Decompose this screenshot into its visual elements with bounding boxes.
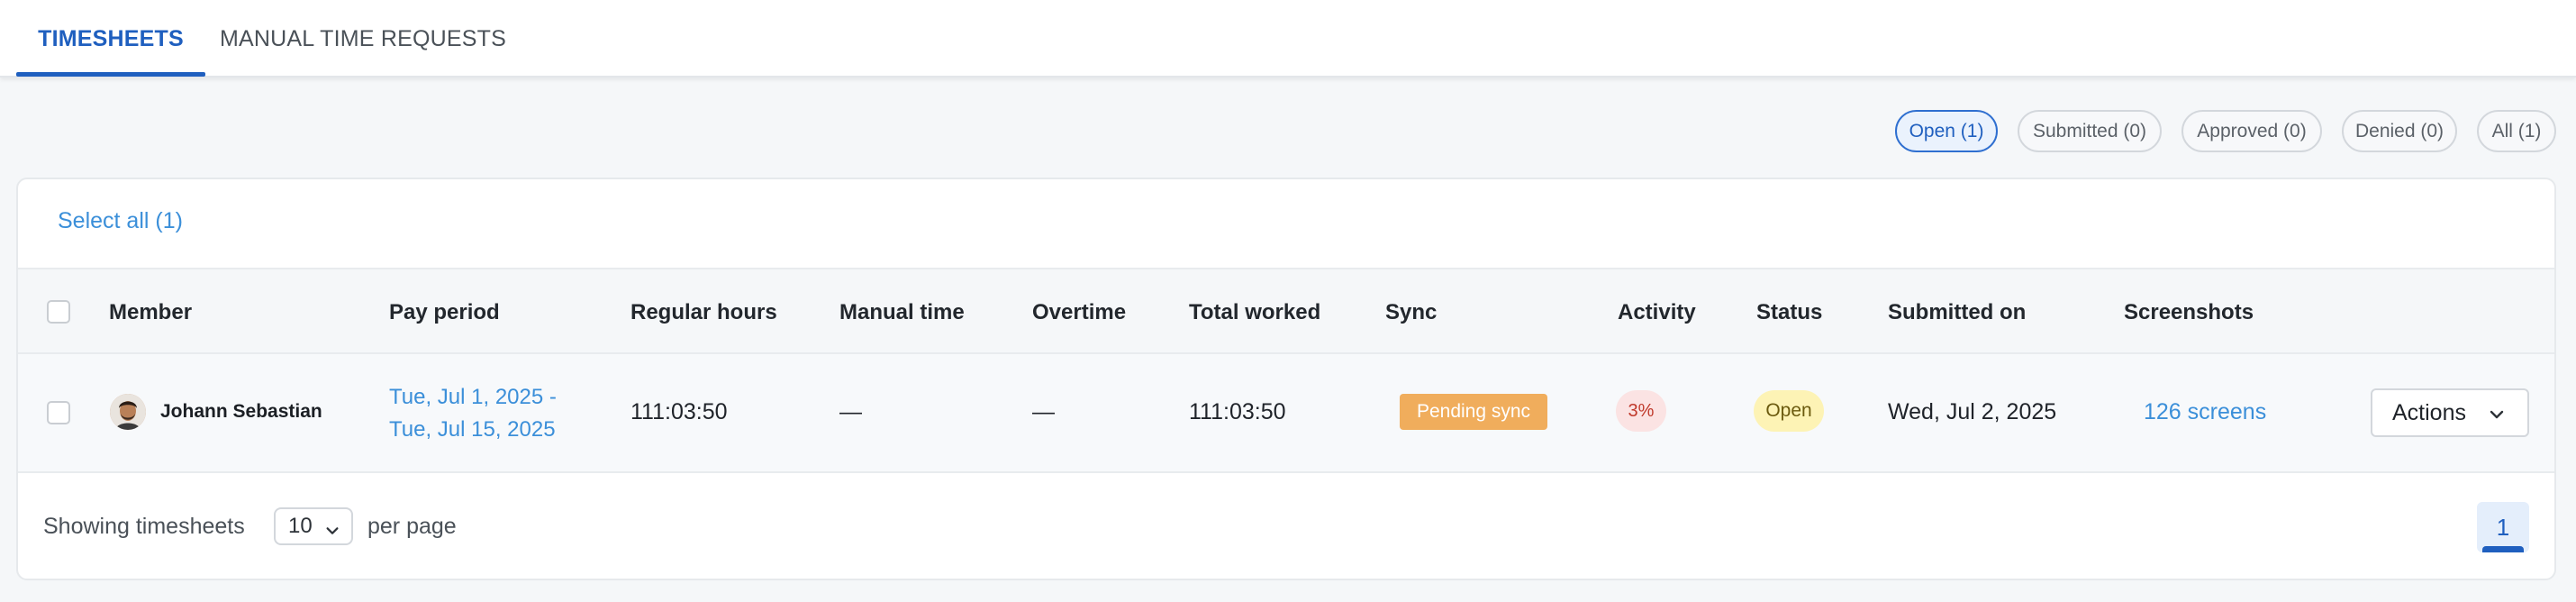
current-page-indicator xyxy=(2482,546,2524,552)
filter-all-label: All (1) xyxy=(2491,120,2542,141)
member-name[interactable]: Johann Sebastian xyxy=(160,396,322,428)
showing-timesheets-label: Showing timesheets xyxy=(43,514,245,539)
table-header: Member Pay period Regular hours Manual t… xyxy=(18,268,2554,356)
active-tab-indicator xyxy=(16,72,205,77)
tab-timesheets[interactable]: TIMESHEETS xyxy=(16,0,205,78)
activity-badge: 3% xyxy=(1616,390,1666,432)
filter-approved-label: Approved (0) xyxy=(2197,120,2307,141)
avatar-image xyxy=(110,394,146,430)
pay-period-end: Tue, Jul 15, 2025 xyxy=(389,417,556,442)
timesheets-card: Select all (1) Member Pay period Regular… xyxy=(16,178,2556,580)
column-activity[interactable]: Activity xyxy=(1618,269,1696,356)
sync-status-badge: Pending sync xyxy=(1400,394,1547,430)
row-checkbox[interactable] xyxy=(47,401,70,424)
filter-submitted-label: Submitted (0) xyxy=(2032,120,2147,141)
regular-hours-value: 111:03:50 xyxy=(630,398,728,424)
column-regular-hours[interactable]: Regular hours xyxy=(630,269,777,356)
column-status[interactable]: Status xyxy=(1756,269,1822,356)
column-total-worked[interactable]: Total worked xyxy=(1189,269,1320,356)
tab-timesheets-label: TIMESHEETS xyxy=(38,25,184,51)
column-sync[interactable]: Sync xyxy=(1385,269,1437,356)
tabs-bar: TIMESHEETS MANUAL TIME REQUESTS xyxy=(0,0,2576,78)
select-all-checkbox[interactable] xyxy=(47,300,70,324)
column-screenshots[interactable]: Screenshots xyxy=(2124,269,2254,356)
pay-period-start: Tue, Jul 1, 2025 - xyxy=(389,385,557,409)
filter-open[interactable]: Open (1) xyxy=(1895,110,1998,152)
filter-open-label: Open (1) xyxy=(1909,120,1984,141)
column-manual-time[interactable]: Manual time xyxy=(839,269,965,356)
chevron-down-icon xyxy=(324,520,340,545)
filter-denied-label: Denied (0) xyxy=(2354,120,2444,141)
current-page-number: 1 xyxy=(2496,513,2510,541)
tab-manual-time-requests[interactable]: MANUAL TIME REQUESTS xyxy=(214,0,512,78)
actions-button[interactable]: Actions xyxy=(2371,388,2529,437)
column-pay-period[interactable]: Pay period xyxy=(389,269,500,356)
avatar xyxy=(110,394,146,430)
select-all-link[interactable]: Select all (1) xyxy=(58,208,183,234)
filter-denied[interactable]: Denied (0) xyxy=(2342,110,2457,152)
filter-approved[interactable]: Approved (0) xyxy=(2181,110,2322,152)
per-page-suffix: per page xyxy=(367,514,457,539)
column-member[interactable]: Member xyxy=(109,269,192,356)
overtime-value: — xyxy=(1032,398,1055,424)
screenshots-link[interactable]: 126 screens xyxy=(2144,396,2266,428)
actions-button-label: Actions xyxy=(2392,399,2466,425)
submitted-on-value: Wed, Jul 2, 2025 xyxy=(1888,398,2057,424)
per-page-select[interactable]: 10 xyxy=(274,507,353,545)
column-submitted-on[interactable]: Submitted on xyxy=(1888,269,2026,356)
column-overtime[interactable]: Overtime xyxy=(1032,269,1126,356)
manual-time-value: — xyxy=(839,398,862,424)
status-badge: Open xyxy=(1754,390,1824,432)
total-worked-value: 111:03:50 xyxy=(1189,398,1286,424)
filter-all[interactable]: All (1) xyxy=(2477,110,2556,152)
table-row[interactable]: Johann Sebastian Tue, Jul 1, 2025 - Tue,… xyxy=(18,354,2554,473)
per-page-value: 10 xyxy=(288,514,313,538)
pagination-page-1[interactable]: 1 xyxy=(2477,502,2529,552)
tab-manual-time-requests-label: MANUAL TIME REQUESTS xyxy=(220,25,506,51)
pay-period-link[interactable]: Tue, Jul 1, 2025 - Tue, Jul 15, 2025 xyxy=(389,381,578,446)
chevron-down-icon xyxy=(2488,404,2506,430)
filter-submitted[interactable]: Submitted (0) xyxy=(2018,110,2162,152)
